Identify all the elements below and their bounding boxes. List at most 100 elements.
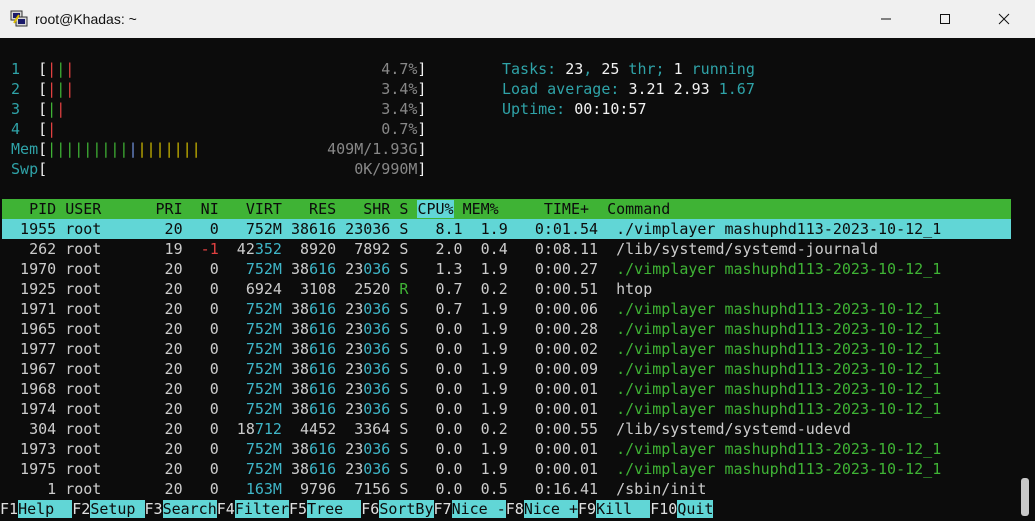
- user: root: [65, 440, 147, 458]
- process-row[interactable]: 1970 root 20 0 752M 38616 23036 S 1.3 1.…: [2, 259, 941, 279]
- virt: 752M: [218, 300, 282, 318]
- uptime-label: Uptime:: [502, 100, 575, 118]
- time: 0:00.01: [516, 400, 599, 418]
- fkey-f3-button[interactable]: Search: [162, 500, 217, 518]
- mem: 0.5: [462, 480, 508, 498]
- time: 0:00.06: [516, 300, 599, 318]
- user: root: [65, 240, 147, 258]
- fkey-f7: F7: [433, 500, 452, 518]
- command: ./vimplayer mashuphd113-2023-10-12_1: [616, 320, 942, 338]
- process-row[interactable]: 1975 root 20 0 752M 38616 23036 S 0.0 1.…: [2, 459, 941, 479]
- fkey-f2-button[interactable]: Setup: [90, 500, 145, 518]
- fkey-f10-button[interactable]: Quit: [677, 500, 714, 518]
- close-button[interactable]: [975, 0, 1033, 38]
- time: 0:00.27: [516, 260, 599, 278]
- state: S: [399, 220, 409, 238]
- res: 38616: [281, 340, 337, 358]
- col-user: USER: [65, 200, 147, 218]
- fkey-f4-button[interactable]: Filter: [234, 500, 289, 518]
- fkey-f8-button[interactable]: Nice +: [523, 500, 578, 518]
- window-titlebar[interactable]: root@Khadas: ~: [0, 0, 1035, 38]
- process-row[interactable]: 1925 root 20 0 6924 3108 2520 R 0.7 0.2 …: [2, 279, 652, 299]
- scrollbar-thumb[interactable]: [1021, 478, 1029, 516]
- function-key-bar[interactable]: F1Help F2Setup F3SearchF4FilterF5Tree F6…: [0, 499, 714, 519]
- state: R: [399, 280, 409, 298]
- cpu-value: 0.7%: [381, 120, 418, 138]
- fkey-f9-button[interactable]: Kill: [596, 500, 651, 518]
- time: 0:00.01: [516, 460, 599, 478]
- cpu: 0.7: [417, 300, 463, 318]
- threads-count: 25: [601, 60, 620, 78]
- maximize-icon: [940, 14, 950, 24]
- pri: 20: [146, 260, 183, 278]
- tasks-line: Tasks: 23, 25 thr; 1 running: [502, 60, 755, 78]
- ni: 0: [182, 420, 219, 438]
- column-header[interactable]: PID USER PRI NI VIRT RES SHR S CPU% MEM%…: [2, 199, 1011, 219]
- process-row[interactable]: 1973 root 20 0 752M 38616 23036 S 0.0 1.…: [2, 439, 941, 459]
- tasks-count: 23: [565, 60, 584, 78]
- mem: 1.9: [462, 400, 508, 418]
- process-row[interactable]: 1968 root 20 0 752M 38616 23036 S 0.0 1.…: [2, 379, 941, 399]
- cpu-meter-2: 2 [||| 3.4%]: [11, 80, 427, 98]
- swp-label: Swp: [11, 160, 39, 178]
- cpu: 2.0: [417, 240, 463, 258]
- res: 38616: [281, 260, 337, 278]
- cpu: 1.3: [417, 260, 463, 278]
- pri: 20: [146, 440, 183, 458]
- mem: 1.9: [462, 340, 508, 358]
- time: 0:01.54: [516, 220, 599, 238]
- cpu-meter-3: 3 [|| 3.4%]: [11, 100, 427, 118]
- process-row[interactable]: 1967 root 20 0 752M 38616 23036 S 0.0 1.…: [2, 359, 941, 379]
- command: ./vimplayer mashuphd113-2023-10-12_1: [616, 440, 942, 458]
- window-title: root@Khadas: ~: [35, 11, 137, 27]
- process-row[interactable]: 1971 root 20 0 752M 38616 23036 S 0.7 1.…: [2, 299, 941, 319]
- process-row[interactable]: 1 root 20 0 163M 9796 7156 S 0.0 0.5 0:1…: [2, 479, 706, 499]
- fkey-f7-button[interactable]: Nice -: [451, 500, 506, 518]
- pid: 1974: [2, 400, 57, 418]
- shr: 23036: [336, 320, 391, 338]
- user: root: [65, 340, 147, 358]
- process-row[interactable]: 262 root 19 -1 42352 8920 7892 S 2.0 0.4…: [2, 239, 878, 259]
- mem: 0.2: [462, 420, 508, 438]
- minimize-button[interactable]: [857, 0, 915, 38]
- process-row[interactable]: 304 root 20 0 18712 4452 3364 S 0.0 0.2 …: [2, 419, 851, 439]
- terminal[interactable]: 1 [||| 4.7%] 2 [||| 3.4%] 3 [|| 3.4%] 4 …: [0, 38, 1035, 521]
- tasks-label: Tasks:: [502, 60, 566, 78]
- time: 0:00.51: [516, 280, 599, 298]
- command: ./vimplayer mashuphd113-2023-10-12_1: [616, 300, 942, 318]
- uptime-value: 00:10:57: [574, 100, 647, 118]
- cpu-label: 4: [11, 120, 21, 138]
- mem: 1.9: [462, 440, 508, 458]
- fkey-f1-button[interactable]: Help: [18, 500, 73, 518]
- mem: 0.4: [462, 240, 508, 258]
- maximize-button[interactable]: [916, 0, 974, 38]
- cpu-bar-segment: |: [56, 60, 66, 78]
- virt: 752M: [218, 400, 282, 418]
- process-row[interactable]: 1965 root 20 0 752M 38616 23036 S 0.0 1.…: [2, 319, 941, 339]
- fkey-f6-button[interactable]: SortBy: [379, 500, 434, 518]
- process-row[interactable]: 1974 root 20 0 752M 38616 23036 S 0.0 1.…: [2, 399, 941, 419]
- process-row[interactable]: 1955 root 20 0 752M 38616 23036 S 8.1 1.…: [2, 219, 1011, 239]
- pid: 1955: [2, 220, 57, 238]
- state: S: [399, 400, 409, 418]
- pid: 1968: [2, 380, 57, 398]
- pri: 20: [146, 280, 183, 298]
- shr: 23036: [336, 460, 391, 478]
- pid: 1967: [2, 360, 57, 378]
- close-icon: [998, 13, 1010, 25]
- mem: 1.9: [462, 380, 508, 398]
- ni: -1: [182, 240, 219, 258]
- cpu: 0.0: [417, 360, 463, 378]
- shr: 23036: [336, 220, 391, 238]
- ni: 0: [182, 220, 219, 238]
- user: root: [65, 320, 147, 338]
- command: /sbin/init: [616, 480, 707, 498]
- ni: 0: [182, 320, 219, 338]
- fkey-f5-button[interactable]: Tree: [307, 500, 362, 518]
- col-cpu[interactable]: CPU%: [417, 200, 454, 218]
- fkey-f2: F2: [72, 500, 91, 518]
- state: S: [399, 480, 409, 498]
- process-row[interactable]: 1977 root 20 0 752M 38616 23036 S 0.0 1.…: [2, 339, 941, 359]
- pid: 1970: [2, 260, 57, 278]
- swp-value: 0K/990M: [354, 160, 418, 178]
